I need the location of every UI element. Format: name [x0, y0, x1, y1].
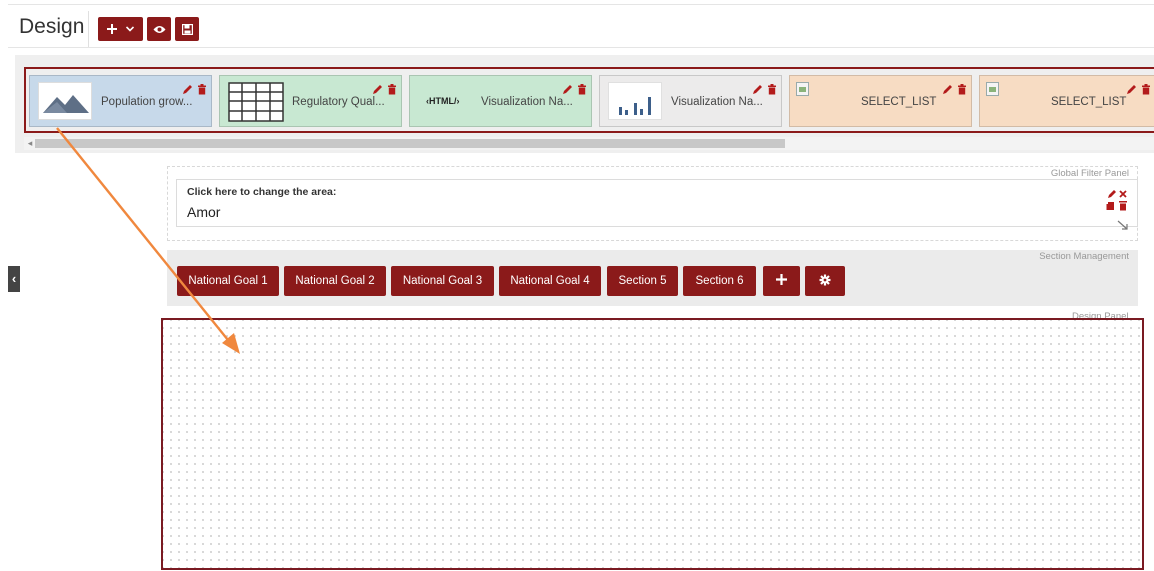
trash-icon[interactable] — [197, 82, 207, 100]
widget-strip-scrollbar[interactable]: ◂ — [24, 137, 1154, 150]
section-settings-button[interactable] — [805, 266, 845, 296]
design-header: Design — [8, 4, 1154, 48]
tab-national-goal-3[interactable]: National Goal 3 — [391, 266, 494, 296]
title-divider — [88, 11, 89, 47]
widget-card-chart-visualization[interactable]: Visualization Na... — [599, 75, 782, 127]
area-hint: Click here to change the area: — [187, 186, 337, 198]
trash-icon[interactable] — [387, 82, 397, 100]
add-section-button[interactable] — [763, 266, 800, 296]
design-page: Design Population grow... Regulatory Qua… — [0, 0, 1154, 571]
pencil-icon[interactable] — [182, 82, 193, 100]
bar-chart-icon — [608, 82, 662, 120]
plus-icon — [776, 274, 787, 288]
mountain-image-icon — [38, 82, 92, 120]
eye-icon — [153, 25, 166, 34]
close-icon — [1119, 190, 1127, 198]
trash-icon — [1119, 201, 1127, 203]
tab-section-5[interactable]: Section 5 — [607, 266, 678, 296]
tab-section-6[interactable]: Section 6 — [683, 266, 756, 296]
preview-button[interactable] — [147, 17, 171, 41]
pencil-icon[interactable] — [1126, 82, 1137, 100]
widget-card-label: Population grow... — [101, 96, 193, 108]
widget-card-html-visualization[interactable]: ‹HTML/› Visualization Na... — [409, 75, 592, 127]
trash-icon[interactable] — [1141, 82, 1151, 100]
add-widget-dropdown-button[interactable] — [98, 17, 143, 41]
pencil-icon[interactable] — [562, 82, 573, 100]
scrollbar-thumb[interactable] — [35, 139, 785, 148]
save-button[interactable] — [175, 17, 199, 41]
broken-image-icon — [986, 82, 999, 96]
panel-caption: Section Management — [1039, 251, 1129, 262]
page-title: Design — [19, 15, 85, 38]
widget-card-label: SELECT_LIST — [1051, 96, 1127, 108]
area-value: Amor — [187, 204, 221, 220]
html-code-icon: ‹HTML/› — [426, 96, 460, 106]
resize-icon[interactable] — [1117, 217, 1129, 235]
area-selector[interactable]: Click here to change the area: Amor — [176, 179, 1138, 227]
floppy-disk-icon — [181, 23, 193, 35]
trash-icon[interactable] — [957, 82, 967, 100]
pencil-icon[interactable] — [752, 82, 763, 100]
collapse-sidebar-button[interactable]: ‹ — [8, 266, 20, 292]
trash-icon[interactable] — [577, 82, 587, 100]
gear-icon — [819, 274, 831, 289]
pencil-icon[interactable] — [372, 82, 383, 100]
tab-national-goal-4[interactable]: National Goal 4 — [499, 266, 601, 296]
widget-card-label: SELECT_LIST — [861, 96, 937, 108]
panel-caption: Global Filter Panel — [1050, 168, 1129, 179]
design-panel-canvas[interactable] — [161, 318, 1144, 570]
widget-strip: Population grow... Regulatory Qual... ‹H… — [24, 67, 1154, 133]
widget-card-label: Regulatory Qual... — [292, 96, 385, 108]
area-actions — [1105, 185, 1129, 220]
widget-card-select-list[interactable]: SELECT_LIST — [789, 75, 972, 127]
tab-national-goal-2[interactable]: National Goal 2 — [284, 266, 386, 296]
table-grid-icon — [228, 82, 284, 122]
plus-icon — [107, 24, 117, 34]
widget-card-select-list[interactable]: SELECT_LIST — [979, 75, 1154, 127]
widget-card-label: Visualization Na... — [481, 96, 573, 108]
widget-card-label: Visualization Na... — [671, 96, 763, 108]
chevron-down-icon — [126, 26, 134, 32]
trash-icon[interactable] — [767, 82, 777, 100]
pencil-icon[interactable] — [942, 82, 953, 100]
scroll-left-arrow-icon[interactable]: ◂ — [25, 137, 35, 150]
tab-national-goal-1[interactable]: National Goal 1 — [177, 266, 279, 296]
widget-card-population-growth[interactable]: Population grow... — [29, 75, 212, 127]
global-filter-panel: Global Filter Panel Click here to change… — [167, 166, 1138, 241]
pencil-icon — [1108, 190, 1116, 198]
widget-card-regulatory-quality[interactable]: Regulatory Qual... — [219, 75, 402, 127]
broken-image-icon — [796, 82, 809, 96]
